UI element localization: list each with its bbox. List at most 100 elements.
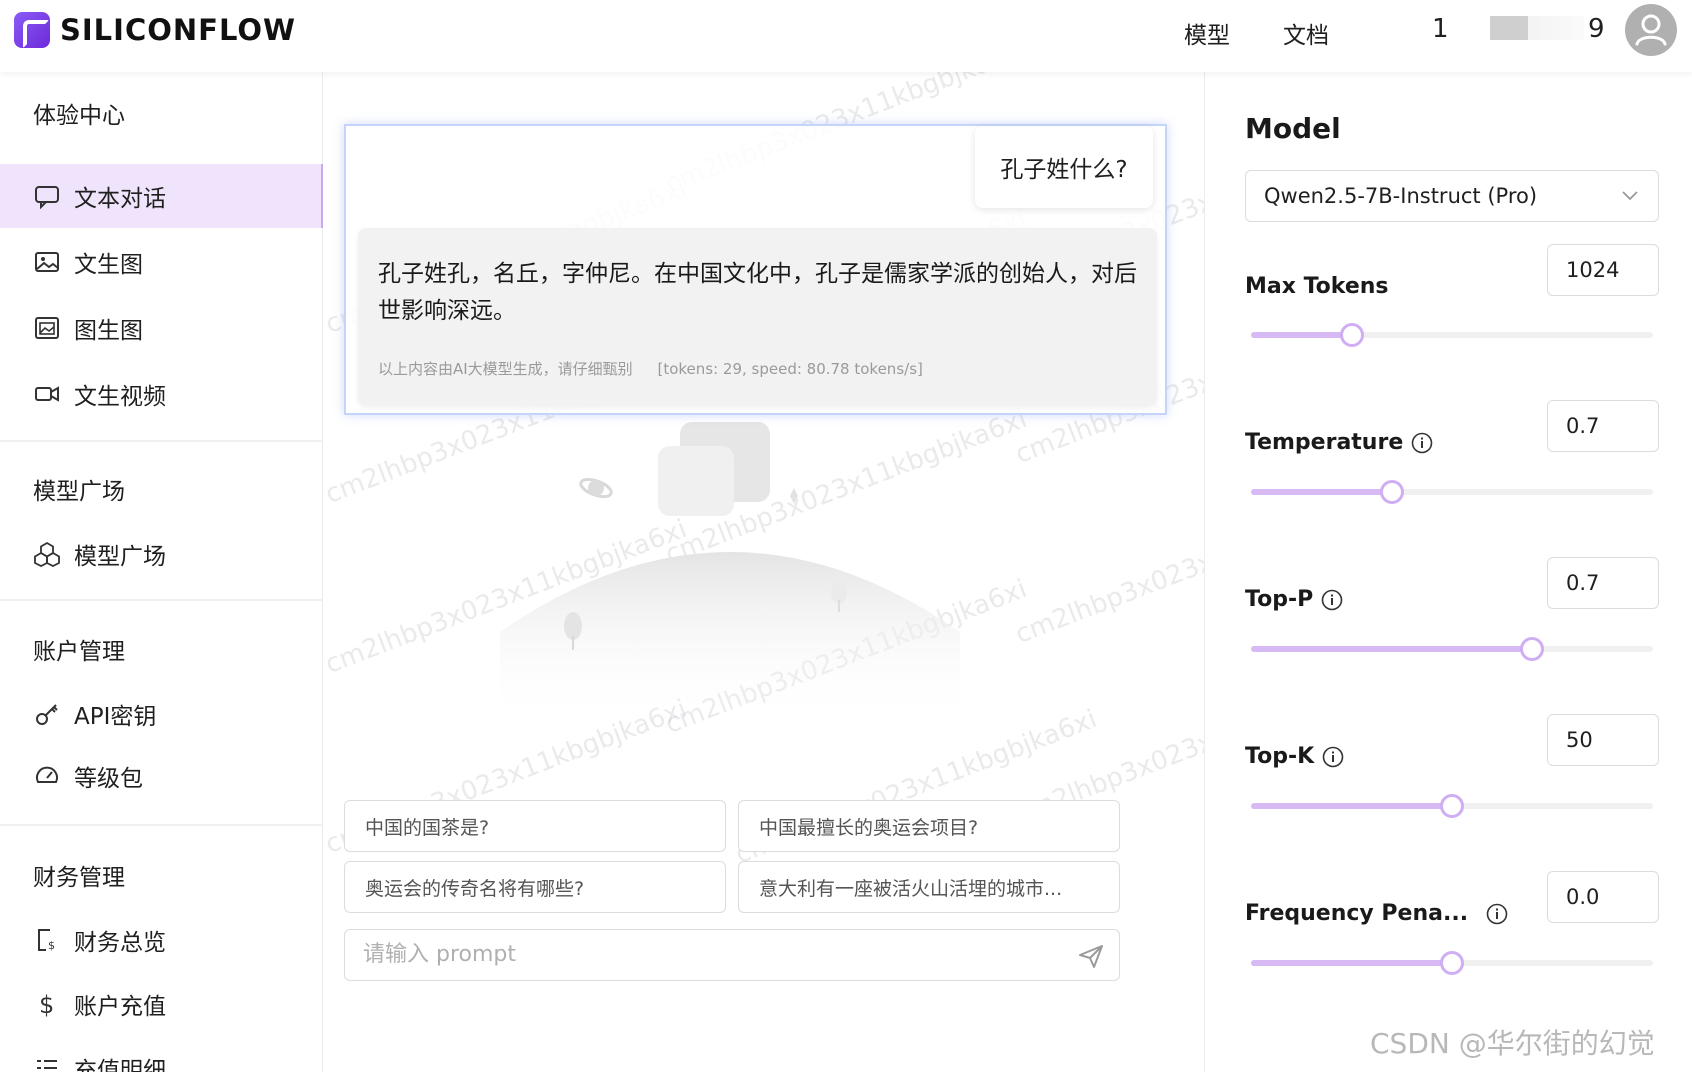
ai-token-stats: [tokens: 29, speed: 80.78 tokens/s] (657, 360, 923, 378)
sidebar-item-recharge[interactable]: $ 账户充值 (0, 972, 323, 1036)
siliconflow-logo-icon (14, 12, 50, 48)
param-temperature-input[interactable]: 0.7 (1547, 400, 1659, 452)
sidebar-divider (0, 824, 323, 826)
sidebar-item-label: API密钥 (74, 704, 157, 730)
param-label-text: Top-K (1245, 744, 1315, 769)
param-max-tokens-slider[interactable] (1251, 322, 1653, 347)
top-header: SILICONFLOW 模型 文档 1 9 (0, 0, 1692, 72)
brand-name: SILICONFLOW (60, 13, 297, 47)
empty-state-illustration (500, 402, 960, 722)
nav-docs-link[interactable]: 文档 (1283, 16, 1329, 50)
cubes-icon (34, 541, 60, 567)
suggestion-button[interactable]: 意大利有一座被活火山活埋的城市... (738, 861, 1120, 913)
slider-thumb[interactable] (1380, 480, 1404, 504)
chevron-down-icon (1620, 185, 1640, 205)
sidebar-item-text-chat[interactable]: 文本对话 (0, 164, 323, 228)
param-frequency-penalty-label: Frequency Pena... (1245, 901, 1508, 926)
model-select[interactable]: Qwen2.5-7B-Instruct (Pro) (1245, 170, 1659, 222)
slider-thumb[interactable] (1440, 794, 1464, 818)
param-max-tokens-input[interactable]: 1024 (1547, 244, 1659, 296)
slider-fill (1251, 646, 1532, 652)
chat-bubble-icon (34, 183, 60, 209)
sidebar-item-text-to-video[interactable]: 文生视频 (0, 362, 323, 426)
nav-models-link[interactable]: 模型 (1184, 16, 1230, 50)
redacted-fade (1528, 16, 1584, 40)
key-icon (34, 701, 60, 727)
param-top-p-input[interactable]: 0.7 (1547, 557, 1659, 609)
sidebar-item-api-keys[interactable]: API密钥 (0, 682, 323, 746)
gauge-icon (34, 763, 60, 789)
section-title-finance: 财务管理 (33, 865, 125, 891)
slider-fill (1251, 489, 1392, 495)
assistant-message: 孔子姓孔，名丘，字仲尼。在中国文化中，孔子是儒家学派的创始人，对后世影响深远。 … (358, 228, 1157, 406)
images-icon (34, 315, 60, 341)
bill-icon: $ (34, 927, 60, 953)
param-temperature-slider[interactable] (1251, 479, 1653, 504)
param-frequency-penalty-input[interactable]: 0.0 (1547, 871, 1659, 923)
user-message: 孔子姓什么? (975, 126, 1153, 208)
slider-fill (1251, 803, 1452, 809)
chat-area: cm2lhbp3x023x11kbgbjka6xi cm2lhbp3x023x1… (324, 72, 1204, 1072)
sidebar-item-recharge-details[interactable]: 充值明细 (0, 1036, 323, 1072)
image-icon (34, 249, 60, 275)
info-icon[interactable] (1321, 589, 1343, 611)
ai-disclaimer: 以上内容由AI大模型生成，请仔细甄别 (378, 360, 633, 378)
brand-logo[interactable]: SILICONFLOW (14, 12, 296, 48)
sidebar-divider (0, 599, 323, 601)
sidebar-item-label: 图生图 (74, 318, 143, 344)
sidebar-item-label: 充值明细 (74, 1058, 166, 1072)
suggestion-button[interactable]: 中国的国茶是? (344, 800, 726, 852)
dollar-icon: $ (34, 991, 60, 1017)
model-settings-panel: Model Qwen2.5-7B-Instruct (Pro) Max Toke… (1204, 72, 1692, 1072)
slider-thumb[interactable] (1440, 951, 1464, 975)
assistant-message-meta: 以上内容由AI大模型生成，请仔细甄别 [tokens: 29, speed: 8… (378, 358, 943, 379)
section-title-account: 账户管理 (33, 639, 125, 665)
user-icon (1635, 14, 1667, 46)
param-top-k-input[interactable]: 50 (1547, 714, 1659, 766)
model-select-value: Qwen2.5-7B-Instruct (Pro) (1264, 184, 1538, 208)
param-max-tokens-label: Max Tokens (1245, 274, 1389, 299)
suggestion-button[interactable]: 奥运会的传奇名将有哪些? (344, 861, 726, 913)
header-number-b: 9 (1588, 14, 1605, 44)
param-label-text: Max Tokens (1245, 274, 1389, 299)
redacted-block (1490, 16, 1528, 40)
sidebar-item-label: 账户充值 (74, 994, 166, 1020)
param-label-text: Top-P (1245, 587, 1314, 612)
param-top-p-slider[interactable] (1251, 636, 1653, 661)
assistant-message-text: 孔子姓孔，名丘，字仲尼。在中国文化中，孔子是儒家学派的创始人，对后世影响深远。 (378, 261, 1137, 324)
sidebar-item-label: 财务总览 (74, 930, 166, 956)
param-top-p-label: Top-P (1245, 587, 1343, 612)
prompt-input[interactable] (345, 930, 1105, 978)
sidebar-item-label: 等级包 (74, 766, 143, 792)
sidebar-item-label: 文生视频 (74, 384, 166, 410)
slider-thumb[interactable] (1340, 323, 1364, 347)
section-title-model-square: 模型广场 (33, 479, 125, 505)
chat-conversation: 孔子姓什么? 孔子姓孔，名丘，字仲尼。在中国文化中，孔子是儒家学派的创始人，对后… (344, 124, 1167, 415)
panel-title: Model (1245, 112, 1341, 145)
sidebar-item-label: 文生图 (74, 252, 143, 278)
param-label-text: Temperature (1245, 430, 1404, 455)
sidebar-item-finance-overview[interactable]: $ 财务总览 (0, 908, 323, 972)
user-avatar[interactable] (1625, 4, 1677, 56)
video-camera-icon (34, 381, 60, 407)
sidebar-item-image-to-image[interactable]: 图生图 (0, 296, 323, 360)
param-top-k-slider[interactable] (1251, 793, 1653, 818)
param-top-k-label: Top-K (1245, 744, 1344, 769)
sidebar-divider (0, 440, 323, 442)
sidebar-item-text-to-image[interactable]: 文生图 (0, 230, 323, 294)
slider-thumb[interactable] (1520, 637, 1544, 661)
sidebar-item-label: 文本对话 (74, 186, 166, 212)
info-icon[interactable] (1322, 746, 1344, 768)
sidebar-item-model-square[interactable]: 模型广场 (0, 522, 323, 586)
sidebar-item-tier-package[interactable]: 等级包 (0, 744, 323, 808)
info-icon[interactable] (1411, 432, 1433, 454)
slider-fill (1251, 332, 1352, 338)
param-label-text: Frequency Pena... (1245, 901, 1469, 926)
svg-text:$: $ (48, 939, 55, 952)
list-icon (34, 1055, 60, 1072)
info-icon[interactable] (1486, 903, 1508, 925)
param-frequency-penalty-slider[interactable] (1251, 950, 1653, 975)
suggestion-button[interactable]: 中国最擅长的奥运会项目? (738, 800, 1120, 852)
send-icon[interactable] (1077, 942, 1105, 970)
header-number-a: 1 (1432, 14, 1449, 44)
